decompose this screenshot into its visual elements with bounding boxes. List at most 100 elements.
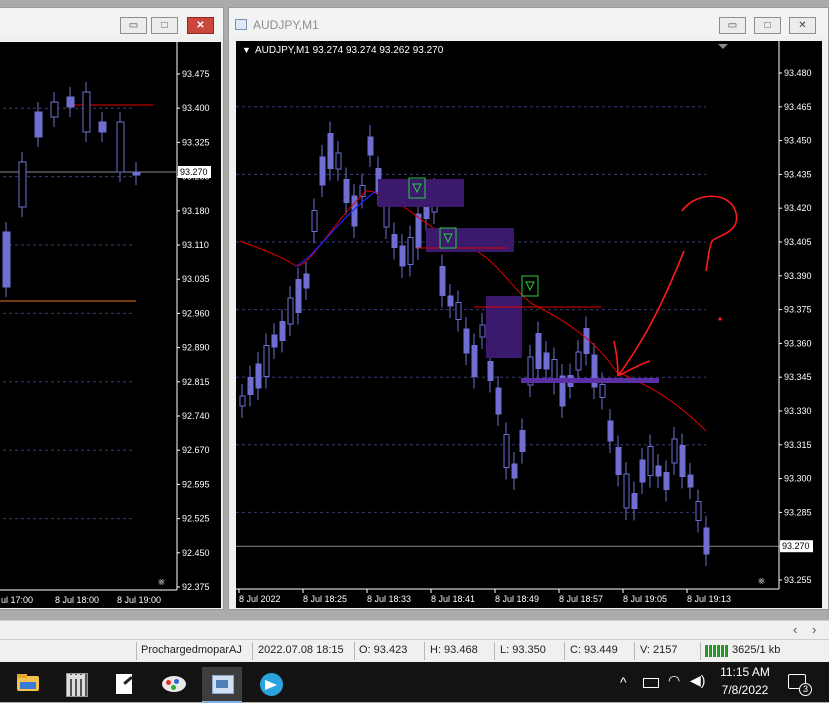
candle-body <box>271 334 278 348</box>
scroll-right-arrow[interactable]: › <box>812 622 816 637</box>
price-tick-label: 93.405 <box>784 237 812 247</box>
time-tick-label: 8 Jul 18:41 <box>431 594 475 604</box>
status-bar: ProchargedmoparAJ 2022.07.08 18:15 O: 93… <box>0 639 829 663</box>
maximize-button[interactable]: □ <box>151 17 178 34</box>
hand-drawn-arrow-annotation <box>613 250 685 377</box>
candle-body <box>479 324 486 338</box>
time-tick-label: 8 Jul 18:00 <box>55 595 99 605</box>
calculator-icon[interactable] <box>56 667 96 701</box>
candle-body <box>511 463 518 479</box>
price-tick-label: 93.375 <box>784 305 812 315</box>
status-divider <box>136 642 137 660</box>
wifi-icon[interactable]: ◠ <box>668 672 680 689</box>
file-explorer-icon[interactable] <box>8 667 48 701</box>
status-divider <box>634 642 635 660</box>
price-tick-label: 92.375 <box>182 582 210 592</box>
status-divider <box>424 642 425 660</box>
status-divider <box>700 642 701 660</box>
candle-body <box>2 231 11 288</box>
chart-tabs-scrollbar: ‹ › <box>0 620 829 639</box>
current-price-label: 93.270 <box>180 167 208 177</box>
paint-icon[interactable] <box>154 667 194 701</box>
minimize-button[interactable]: ▭ <box>719 17 746 34</box>
price-tick-label: 93.180 <box>182 206 210 216</box>
price-tick-label: 93.475 <box>182 69 210 79</box>
candle-body <box>679 445 686 477</box>
candle-body <box>575 351 582 371</box>
status-open: O: 93.423 <box>359 644 408 656</box>
candle-body <box>295 279 302 313</box>
right-chart-svg: 93.480 93.465 93.450 93.435 93.420 93.405 93.3… <box>236 41 813 604</box>
windows-taskbar: ^ ◠ ◀) 11:15 AM 7/8/2022 3 <box>0 662 829 703</box>
right-window-titlebar: AUDJPY,M1 ▭ □ ✕ <box>229 8 828 36</box>
candle-body <box>439 266 446 296</box>
candle-body <box>599 384 606 398</box>
candle-body <box>495 387 502 415</box>
candle-body <box>18 161 27 208</box>
metatrader-icon[interactable] <box>202 667 242 703</box>
status-divider <box>564 642 565 660</box>
price-tick-label: 92.670 <box>182 445 210 455</box>
telegram-icon[interactable] <box>252 667 292 701</box>
show-hidden-icons-chevron-icon[interactable]: ^ <box>620 674 627 690</box>
price-tick-label: 93.390 <box>784 271 812 281</box>
candle-body <box>583 328 590 354</box>
candle-body <box>98 121 107 133</box>
candle-body <box>455 302 462 320</box>
price-tick-label: 93.300 <box>784 474 812 484</box>
candle-body <box>50 101 59 118</box>
price-tick-label: 93.435 <box>784 169 812 179</box>
maximize-button[interactable]: □ <box>754 17 781 34</box>
price-tick-label: 93.315 <box>784 440 812 450</box>
candle-body <box>34 111 43 138</box>
candle-body <box>335 152 342 170</box>
right-chart-plot[interactable]: 93.480 93.465 93.450 93.435 93.420 93.405 93.3… <box>236 41 822 608</box>
clock-date[interactable]: 7/8/2022 <box>716 683 774 697</box>
left-chart-svg: 93.47593.40093.32593.25593.18093.11093.0… <box>0 42 211 605</box>
notification-count-badge: 3 <box>799 683 812 696</box>
chart-symbol-header: AUDJPY,M1 93.274 93.274 93.262 93.270 <box>255 45 444 56</box>
candle-body <box>503 434 510 468</box>
chart-dropdown-arrow-icon: ▼ <box>242 45 251 55</box>
price-tick-label: 93.255 <box>784 575 812 585</box>
time-tick-label: 8 Jul 19:05 <box>623 594 667 604</box>
moving-average-line <box>239 190 707 432</box>
candle-body <box>66 96 75 108</box>
speaker-icon[interactable]: ◀) <box>690 672 705 689</box>
price-tick-label: 93.330 <box>784 406 812 416</box>
candle-body <box>463 328 470 354</box>
candle-body <box>639 459 646 483</box>
candle-body <box>287 297 294 325</box>
clock-time[interactable]: 11:15 AM <box>718 665 772 679</box>
candle-body <box>343 179 350 203</box>
minimize-button[interactable]: ▭ <box>120 17 147 34</box>
connection-bars-icon <box>705 645 729 657</box>
time-tick-label: 8 Jul 18:49 <box>495 594 539 604</box>
time-tick-label: 8 Jul 19:00 <box>117 595 161 605</box>
candle-body <box>82 91 91 133</box>
price-tick-label: 93.465 <box>784 102 812 112</box>
close-button[interactable]: ✕ <box>789 17 816 34</box>
supply-zone <box>378 179 464 207</box>
battery-icon[interactable] <box>643 678 659 688</box>
status-datetime: 2022.07.08 18:15 <box>258 644 344 656</box>
window-title: AUDJPY,M1 <box>253 18 319 32</box>
price-tick-label: 93.110 <box>182 240 209 250</box>
candle-body <box>391 234 398 248</box>
candle-body <box>311 210 318 232</box>
candle-body <box>327 133 334 169</box>
candle-body <box>623 473 630 509</box>
candle-body <box>695 501 702 521</box>
scroll-left-arrow[interactable]: ‹ <box>793 622 797 637</box>
current-price-label: 93.270 <box>782 541 810 551</box>
close-button[interactable]: ✕ <box>187 17 214 34</box>
left-chart-plot[interactable]: 93.47593.40093.32593.25593.18093.11093.0… <box>0 42 221 608</box>
notepad-icon[interactable] <box>104 667 144 701</box>
candle-body <box>671 438 678 464</box>
moving-average-blue-segment <box>295 190 377 267</box>
status-divider <box>494 642 495 660</box>
time-tick-label: 8 Jul 18:25 <box>303 594 347 604</box>
price-tick-label: 93.420 <box>784 203 812 213</box>
status-high: H: 93.468 <box>430 644 478 656</box>
status-divider <box>252 642 253 660</box>
